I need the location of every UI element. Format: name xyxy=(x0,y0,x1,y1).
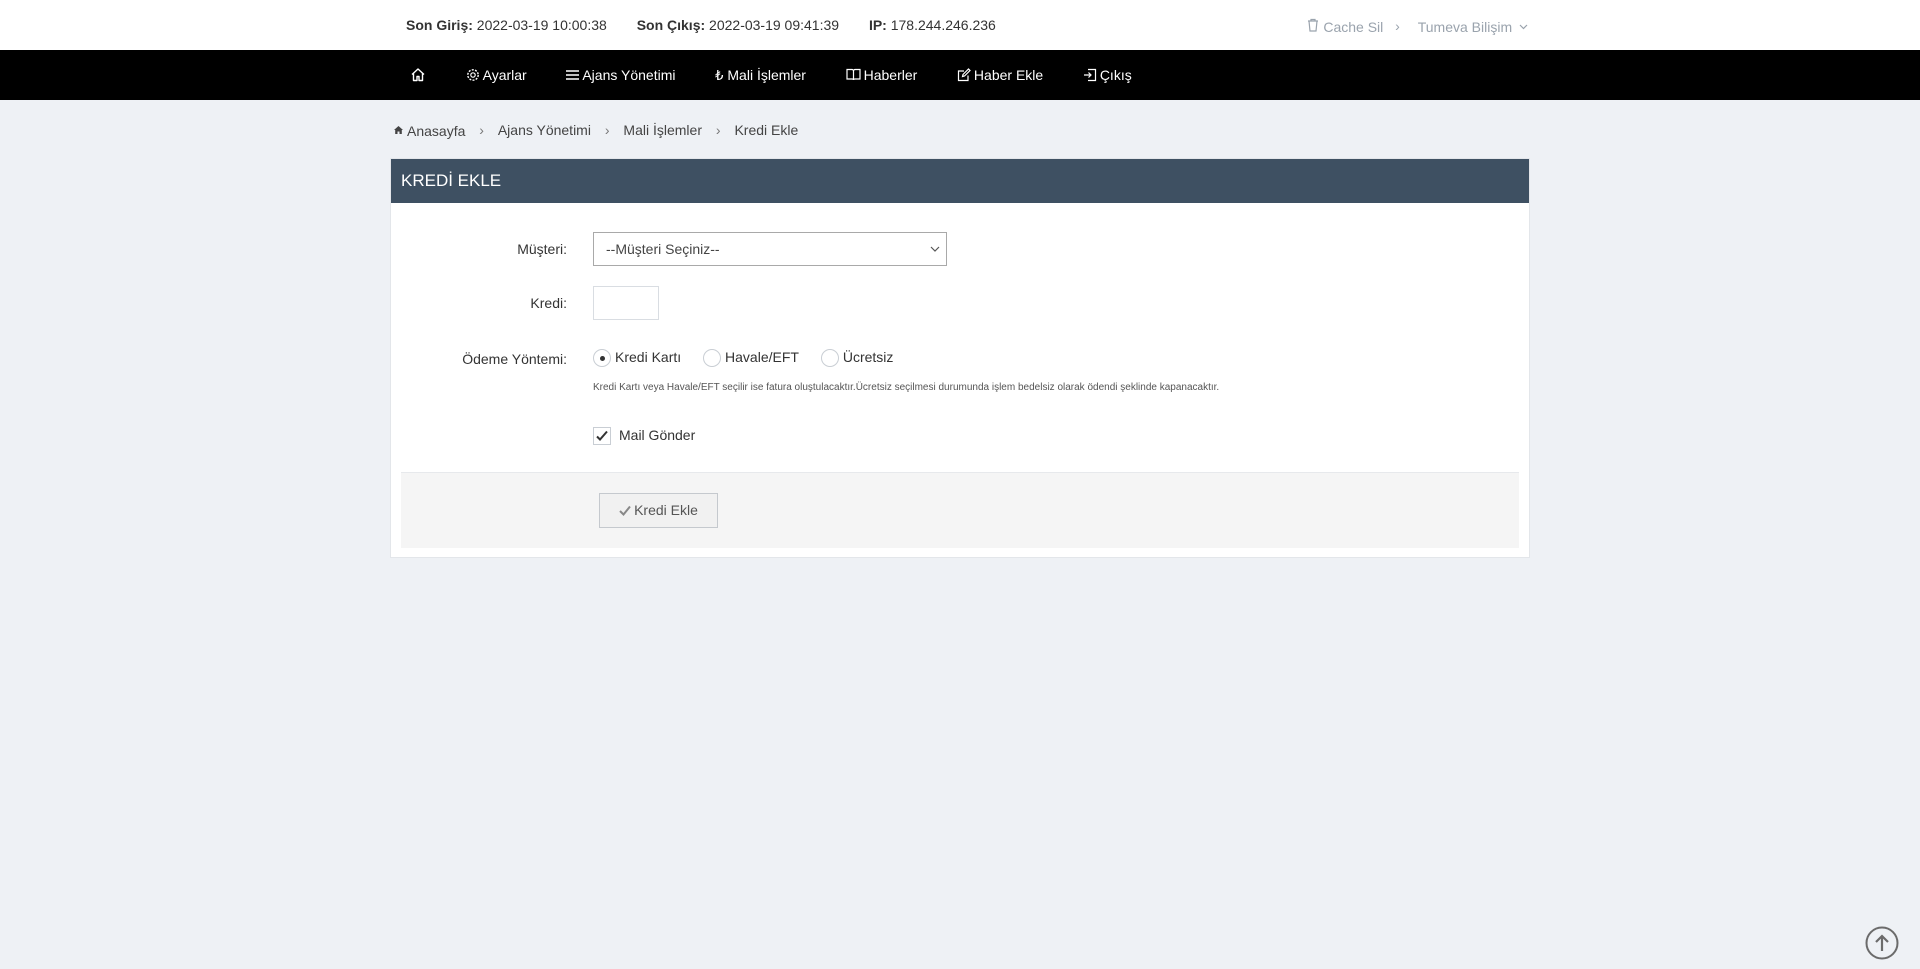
main-navbar: Ayarlar Ajans Yönetimi ₺ Mali İşlemler Ha… xyxy=(0,50,1920,100)
last-login-label: Son Giriş: xyxy=(406,17,473,33)
radio-circle xyxy=(703,349,722,368)
panel-title: KREDİ EKLE xyxy=(391,159,1529,203)
customer-selected-value: --Müşteri Seçiniz-- xyxy=(606,241,720,257)
breadcrumb-label: Anasayfa xyxy=(407,122,466,139)
button-label: Kredi Ekle xyxy=(634,502,698,518)
breadcrumb-home[interactable]: Anasayfa xyxy=(394,122,465,139)
radio-circle xyxy=(820,349,839,368)
nav-item-label: Haberler xyxy=(863,67,918,83)
breadcrumb: Anasayfa › Ajans Yönetimi › Mali İşlemle… xyxy=(394,121,798,139)
check-icon xyxy=(596,431,608,442)
sign-out-icon xyxy=(1083,68,1096,81)
list-icon xyxy=(566,69,580,80)
top-info-bar: Son Giriş: 2022-03-19 10:00:38 Son Çıkış… xyxy=(0,0,1920,50)
user-name: Tumeva Bilişim xyxy=(1417,18,1513,35)
gear-icon xyxy=(466,68,479,81)
chevron-right-icon: › xyxy=(479,122,484,139)
checkbox-box xyxy=(593,427,611,446)
trash-icon xyxy=(1308,19,1319,33)
cache-clear-link[interactable]: Cache Sil xyxy=(1307,18,1383,35)
chevron-right-icon: › xyxy=(604,122,610,139)
user-menu[interactable]: Tumeva Bilişim xyxy=(1418,18,1528,35)
nav-item-label: Çıkış xyxy=(1099,67,1132,83)
payment-help-text: Kredi Kartı veya Havale/EFT seçilir ise … xyxy=(593,382,1220,393)
nav-menu: Ayarlar Ajans Yönetimi ₺ Mali İşlemler Ha… xyxy=(406,50,1168,100)
arrow-up-circle-icon xyxy=(1865,926,1899,960)
cache-clear-label: Cache Sil xyxy=(1323,18,1384,35)
top-right-actions: Cache Sil › Tumeva Bilişim xyxy=(1307,17,1528,35)
last-logout-label: Son Çıkış: xyxy=(636,17,706,33)
home-icon xyxy=(394,125,403,134)
payment-radio-kredi-karti[interactable]: Kredi Kartı xyxy=(593,349,682,368)
chevron-right-icon: › xyxy=(715,122,721,139)
chevron-down-icon xyxy=(1519,24,1528,30)
send-mail-checkbox[interactable]: Mail Gönder xyxy=(593,427,696,446)
nav-item-cikis[interactable]: Çıkış xyxy=(1083,50,1132,100)
check-icon xyxy=(619,505,631,516)
nav-item-label: Mali İşlemler xyxy=(727,67,806,83)
last-login: Son Giriş: 2022-03-19 10:00:38 xyxy=(406,17,607,33)
nav-item-ayarlar[interactable]: Ayarlar xyxy=(466,50,527,100)
payment-radio-havale-eft[interactable]: Havale/EFT xyxy=(703,349,799,368)
breadcrumb-mali-islemler[interactable]: Mali İşlemler xyxy=(623,122,702,138)
last-login-value: 2022-03-19 10:00:38 xyxy=(476,17,607,33)
customer-select[interactable]: --Müşteri Seçiniz-- xyxy=(593,232,947,266)
lira-icon: ₺ xyxy=(715,68,724,83)
edit-icon xyxy=(957,67,971,81)
payment-label: Ödeme Yöntemi: xyxy=(462,351,567,367)
last-logout-value: 2022-03-19 09:41:39 xyxy=(709,17,840,33)
customer-label: Müşteri: xyxy=(517,241,567,257)
nav-item-ajans-yonetimi[interactable]: Ajans Yönetimi xyxy=(566,50,675,100)
radio-label: Kredi Kartı xyxy=(615,349,682,366)
chevron-right-icon: › xyxy=(1395,18,1400,35)
kredi-ekle-button[interactable]: Kredi Ekle xyxy=(599,493,718,528)
nav-item-home[interactable] xyxy=(406,50,426,100)
nav-item-label: Ayarlar xyxy=(482,67,527,83)
nav-item-haberler[interactable]: Haberler xyxy=(845,50,918,100)
home-icon xyxy=(411,68,425,82)
chevron-down-icon xyxy=(930,246,940,252)
payment-radio-group: Kredi Kartı Havale/EFT Ücretsiz xyxy=(593,349,911,368)
session-info: Son Giriş: 2022-03-19 10:00:38 Son Çıkış… xyxy=(406,17,1022,33)
send-mail-label: Mail Gönder xyxy=(619,427,696,443)
credit-input[interactable] xyxy=(593,286,659,320)
nav-item-haber-ekle[interactable]: Haber Ekle xyxy=(957,50,1043,100)
radio-label: Havale/EFT xyxy=(725,349,799,366)
scroll-to-top-button[interactable] xyxy=(1865,926,1899,960)
nav-item-label: Ajans Yönetimi xyxy=(582,67,676,83)
kredi-ekle-panel: KREDİ EKLE Müşteri: --Müşteri Seçiniz-- … xyxy=(390,158,1530,558)
nav-item-mali-islemler[interactable]: ₺ Mali İşlemler xyxy=(715,50,806,100)
ip-value: 178.244.246.236 xyxy=(890,17,996,33)
form-actions: Kredi Ekle xyxy=(401,472,1519,548)
payment-radio-ucretsiz[interactable]: Ücretsiz xyxy=(820,349,894,368)
breadcrumb-current: Kredi Ekle xyxy=(734,122,799,139)
ip-address: IP: 178.244.246.236 xyxy=(869,17,996,33)
nav-item-label: Haber Ekle xyxy=(973,67,1044,83)
radio-label: Ücretsiz xyxy=(842,349,894,366)
book-icon xyxy=(845,69,861,81)
radio-circle xyxy=(593,349,611,368)
ip-label: IP: xyxy=(868,17,887,33)
last-logout: Son Çıkış: 2022-03-19 09:41:39 xyxy=(637,17,839,33)
breadcrumb-ajans-yonetimi[interactable]: Ajans Yönetimi xyxy=(498,122,591,138)
credit-label: Kredi: xyxy=(530,295,567,311)
